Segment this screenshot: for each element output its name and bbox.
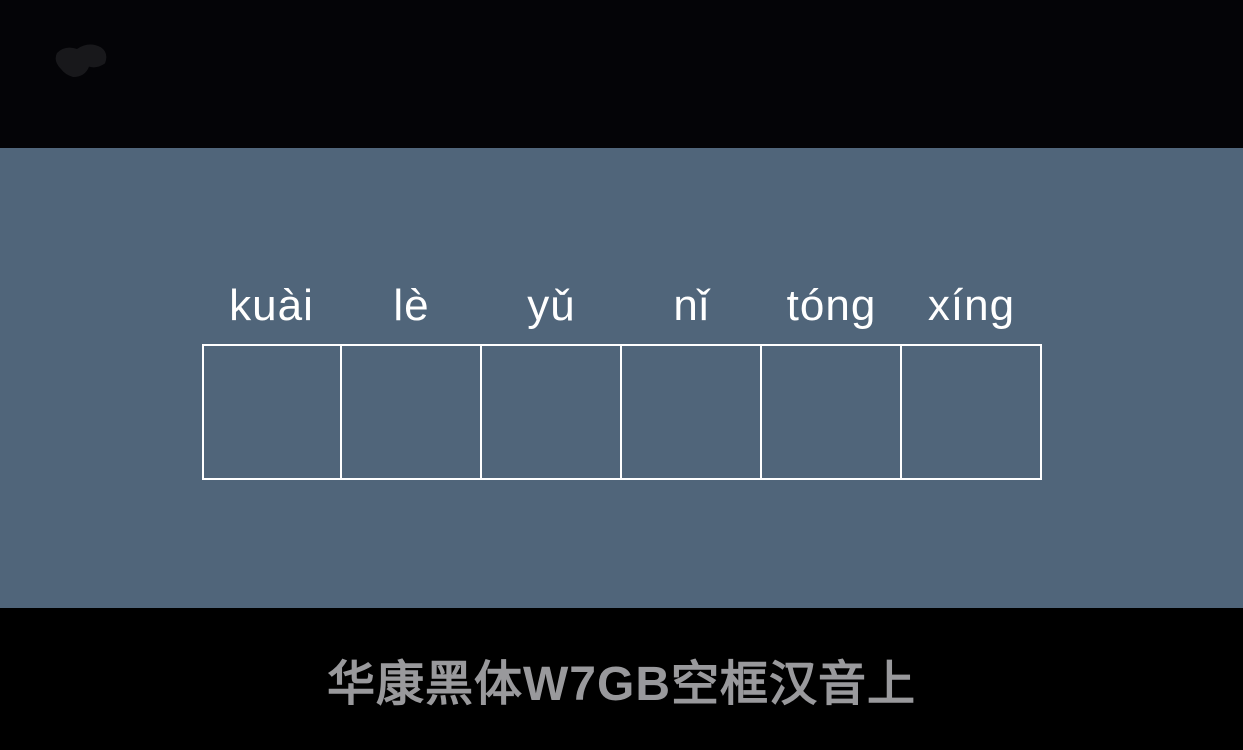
character-box: [622, 344, 762, 480]
character-cell: xíng: [902, 276, 1042, 480]
footer-band: 华康黑体W7GB空框汉音上: [0, 608, 1243, 750]
character-box: [762, 344, 902, 480]
bird-logo-icon: [45, 25, 125, 105]
pinyin-label: yǔ: [527, 276, 575, 336]
character-row: kuài lè yǔ nǐ tóng xíng: [202, 276, 1042, 480]
character-box: [482, 344, 622, 480]
header-band: [0, 0, 1243, 148]
character-cell: kuài: [202, 276, 342, 480]
character-box: [342, 344, 482, 480]
pinyin-label: kuài: [229, 276, 314, 336]
sample-panel: kuài lè yǔ nǐ tóng xíng: [0, 148, 1243, 608]
pinyin-label: tóng: [787, 276, 877, 336]
pinyin-label: lè: [393, 276, 429, 336]
pinyin-label: xíng: [928, 276, 1015, 336]
character-cell: nǐ: [622, 276, 762, 480]
character-box: [202, 344, 342, 480]
character-cell: tóng: [762, 276, 902, 480]
character-cell: lè: [342, 276, 482, 480]
pinyin-label: nǐ: [673, 276, 709, 336]
font-title: 华康黑体W7GB空框汉音上: [327, 644, 916, 714]
character-box: [902, 344, 1042, 480]
character-cell: yǔ: [482, 276, 622, 480]
